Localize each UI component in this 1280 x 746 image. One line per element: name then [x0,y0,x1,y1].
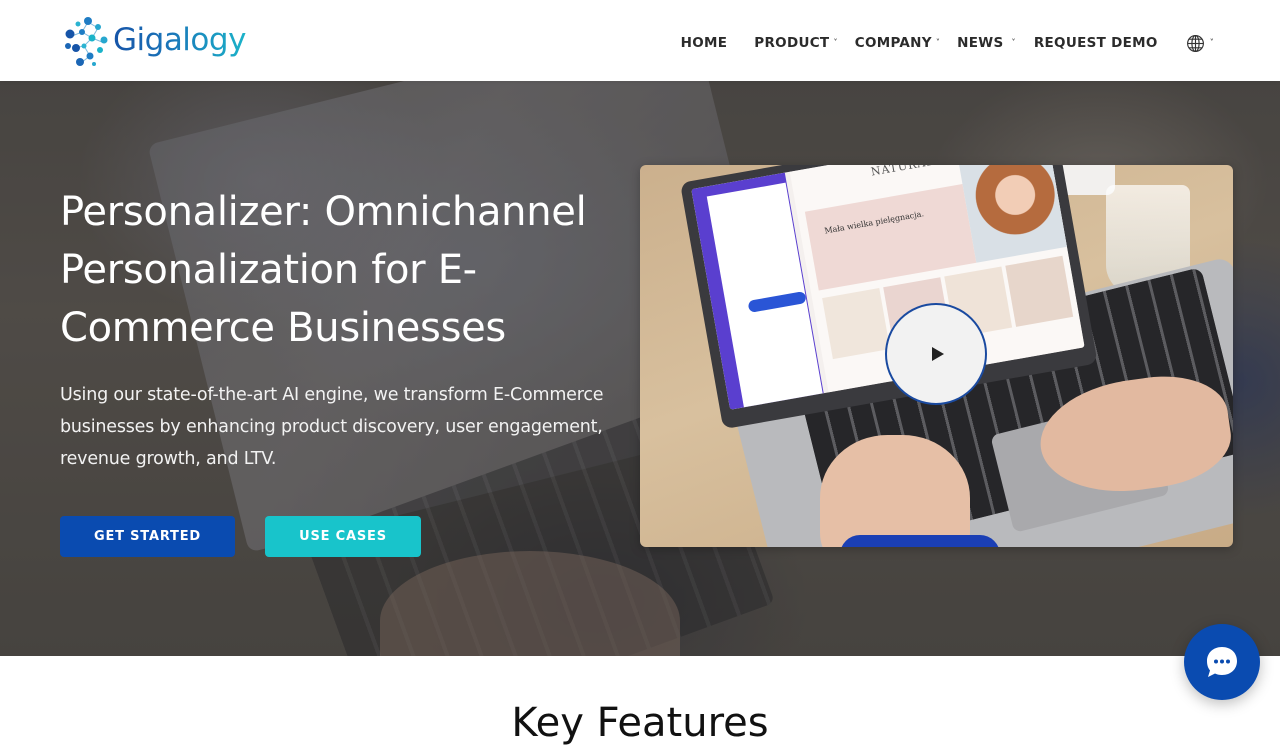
language-selector[interactable]: ˅ [1186,34,1214,53]
hero-title: Personalizer: Omnichannel Personalizatio… [60,189,587,351]
chevron-down-icon: ˅ [1209,37,1214,47]
key-features-heading: Key Features [511,700,769,746]
globe-icon [1186,34,1204,52]
screen-banner-text: Mała wielka pielęgnacja. [823,209,925,236]
logo-text: Gigalogy [113,22,246,58]
get-started-button[interactable]: GET STARTED [60,516,235,557]
nav-request-demo-label: REQUEST DEMO [1033,35,1158,51]
screen-model-image [958,165,1075,263]
screen-product-tile [1005,255,1074,327]
use-cases-button[interactable]: USE CASES [265,516,421,557]
main-nav: HOME PRODUCT ˅ COMPANY ˅ NEWS ˅ REQUEST … [681,0,1214,86]
nav-news[interactable]: NEWS ˅ [957,35,1016,51]
sleeve-image [840,535,1000,547]
use-cases-label: USE CASES [299,529,387,544]
chevron-down-icon: ˅ [833,37,838,47]
chat-bubble-icon [1207,647,1237,677]
screen-product-tile [822,287,891,360]
left-hand-image [820,435,970,547]
get-started-label: GET STARTED [94,529,201,544]
site-header: Gigalogy HOME PRODUCT ˅ COMPANY ˅ NEWS ˅… [0,0,1280,81]
play-icon [931,347,944,361]
play-video-button[interactable] [885,303,987,405]
nav-product[interactable]: PRODUCT ˅ [754,35,837,51]
screen-site-title: NATURAL be [870,165,955,179]
logo-icon [65,17,108,66]
nav-home-label: HOME [680,35,728,51]
nav-news-label: NEWS [957,35,1004,51]
nav-request-demo[interactable]: REQUEST DEMO [1034,35,1158,51]
screen-panel-button [747,290,807,313]
nav-product-label: PRODUCT [754,35,830,51]
chevron-down-icon: ˅ [935,37,941,47]
hero-section: Personalizer: Omnichannel Personalizatio… [0,81,1280,656]
nav-company[interactable]: COMPANY ˅ [855,35,940,51]
chevron-down-icon: ˅ [1011,37,1016,47]
logo[interactable]: Gigalogy [62,14,246,68]
nav-company-label: COMPANY [854,35,932,51]
chat-widget-button[interactable] [1184,624,1260,700]
nav-home[interactable]: HOME [681,35,728,51]
hero-description: Using our state-of-the-art AI engine, we… [60,385,604,469]
